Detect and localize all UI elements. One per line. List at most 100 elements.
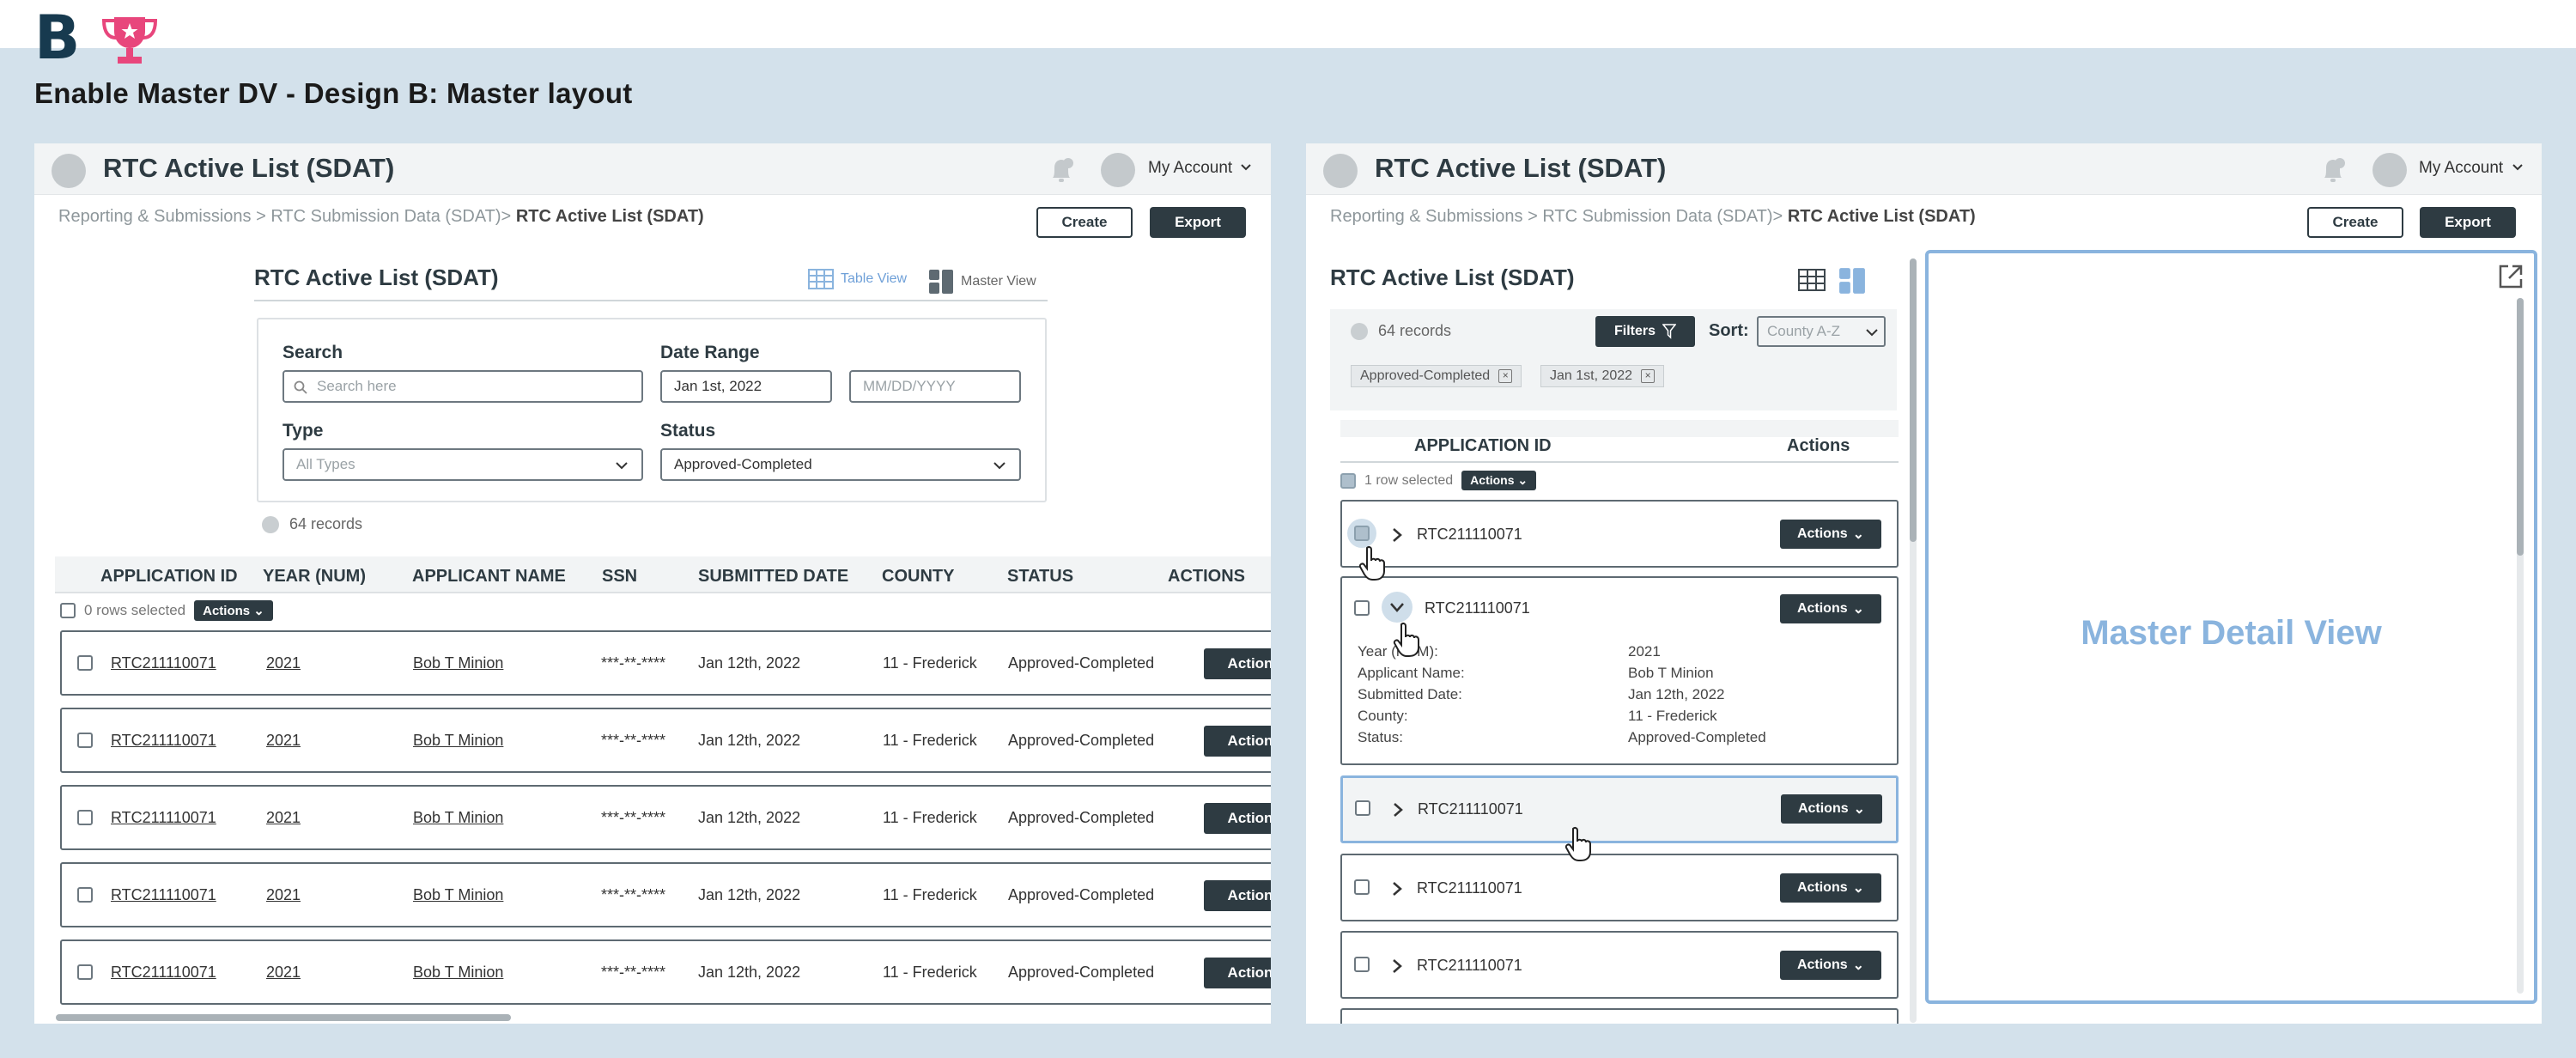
- type-select[interactable]: All Types: [283, 448, 643, 481]
- export-button[interactable]: Export: [2420, 207, 2516, 238]
- date-from-input[interactable]: Jan 1st, 2022: [660, 370, 832, 403]
- chevron-right-icon[interactable]: [1392, 881, 1402, 897]
- row-checkbox[interactable]: [77, 655, 93, 671]
- master-view-icon[interactable]: [1838, 267, 1866, 295]
- table-row[interactable]: RTC211110071 2021 Bob T Minion ***-**-**…: [60, 785, 1271, 850]
- create-button[interactable]: Create: [1036, 207, 1133, 238]
- list-item[interactable]: [1340, 1008, 1899, 1024]
- row-checkbox[interactable]: [77, 887, 93, 903]
- bell-icon[interactable]: [2318, 155, 2348, 185]
- table-row[interactable]: RTC211110071 2021 Bob T Minion ***-**-**…: [60, 630, 1271, 696]
- row-checkbox[interactable]: [77, 964, 93, 980]
- row-action-button[interactable]: Action: [1204, 880, 1271, 911]
- cell-year[interactable]: 2021: [266, 654, 301, 672]
- filters-button[interactable]: Filters: [1595, 316, 1695, 347]
- list-item-expanded[interactable]: RTC211110071 Actions ⌄ Year (NUM): 2021 A…: [1340, 576, 1899, 765]
- actions-button[interactable]: Actions ⌄: [1780, 873, 1881, 903]
- list-scrollbar[interactable]: [1910, 258, 1917, 542]
- row-checkbox[interactable]: [1354, 600, 1370, 616]
- cell-ssn: ***-**-****: [601, 654, 666, 672]
- bell-icon[interactable]: [1046, 155, 1077, 185]
- table-row[interactable]: RTC211110071 2021 Bob T Minion ***-**-**…: [60, 939, 1271, 1005]
- col-year[interactable]: YEAR (NUM): [263, 567, 366, 587]
- row-checkbox[interactable]: [77, 733, 93, 748]
- tab-table-view[interactable]: Table View: [808, 269, 907, 289]
- col-application-id[interactable]: APPLICATION ID: [100, 567, 238, 587]
- row-checkbox[interactable]: [1355, 800, 1370, 816]
- open-external-icon[interactable]: [2498, 264, 2524, 289]
- row-checkbox[interactable]: [1354, 879, 1370, 895]
- status-select[interactable]: Approved-Completed: [660, 448, 1021, 481]
- bulk-actions-button[interactable]: Actions ⌄: [1461, 471, 1537, 490]
- account-avatar[interactable]: [1101, 153, 1135, 187]
- my-account-menu[interactable]: My Account: [1148, 159, 1232, 178]
- chevron-right-icon[interactable]: [1393, 802, 1403, 818]
- filter-chip[interactable]: Jan 1st, 2022 ×: [1540, 365, 1665, 387]
- cell-application-id[interactable]: RTC211110071: [111, 964, 216, 982]
- cell-applicant-name[interactable]: Bob T Minion: [413, 732, 503, 750]
- col-county[interactable]: COUNTY: [882, 567, 954, 587]
- actions-button[interactable]: Actions ⌄: [1780, 951, 1881, 980]
- list-item[interactable]: RTC211110071 Actions ⌄: [1340, 931, 1899, 999]
- search-input[interactable]: Search here: [283, 370, 643, 403]
- col-actions[interactable]: Actions: [1787, 436, 1850, 456]
- actions-button[interactable]: Actions ⌄: [1780, 594, 1881, 623]
- tab-master-view[interactable]: Master View: [928, 269, 1036, 295]
- table-row[interactable]: RTC211110071 2021 Bob T Minion ***-**-**…: [60, 708, 1271, 773]
- create-button[interactable]: Create: [2307, 207, 2403, 238]
- cell-application-id[interactable]: RTC211110071: [111, 654, 216, 672]
- select-all-checkbox[interactable]: [60, 603, 76, 618]
- cell-year[interactable]: 2021: [266, 964, 301, 982]
- table-row[interactable]: RTC211110071 2021 Bob T Minion ***-**-**…: [60, 862, 1271, 927]
- col-application-id[interactable]: APPLICATION ID: [1414, 436, 1552, 456]
- cell-year[interactable]: 2021: [266, 809, 301, 827]
- horizontal-scrollbar[interactable]: [56, 1014, 511, 1021]
- select-all-checkbox[interactable]: [1340, 472, 1356, 489]
- col-submitted-date[interactable]: SUBMITTED DATE: [698, 567, 848, 587]
- close-icon[interactable]: ×: [1498, 369, 1513, 383]
- cell-applicant-name[interactable]: Bob T Minion: [413, 886, 503, 904]
- list-item[interactable]: RTC211110071 Actions ⌄: [1340, 500, 1899, 568]
- col-applicant-name[interactable]: APPLICANT NAME: [412, 567, 566, 587]
- actions-button[interactable]: Actions ⌄: [1780, 520, 1881, 549]
- cell-application-id[interactable]: RTC211110071: [111, 732, 216, 750]
- cell-applicant-name[interactable]: Bob T Minion: [413, 654, 503, 672]
- chevron-down-icon[interactable]: [1239, 161, 1253, 174]
- breadcrumb-path[interactable]: Reporting & Submissions > RTC Submission…: [58, 207, 511, 226]
- cell-applicant-name[interactable]: Bob T Minion: [413, 964, 503, 982]
- chevron-right-icon[interactable]: [1392, 958, 1402, 974]
- row-checkbox[interactable]: [1354, 526, 1370, 541]
- row-checkbox[interactable]: [77, 810, 93, 825]
- col-status[interactable]: STATUS: [1007, 567, 1073, 587]
- filter-chip[interactable]: Approved-Completed ×: [1351, 365, 1522, 387]
- row-action-button[interactable]: Action: [1204, 958, 1271, 988]
- actions-button[interactable]: Actions ⌄: [1781, 794, 1882, 824]
- close-icon[interactable]: ×: [1641, 369, 1656, 383]
- list-item[interactable]: RTC211110071 Actions ⌄: [1340, 854, 1899, 921]
- bulk-actions-label: Actions: [203, 604, 251, 618]
- col-actions[interactable]: ACTIONS: [1168, 567, 1245, 587]
- export-button[interactable]: Export: [1150, 207, 1246, 238]
- row-action-button[interactable]: Action: [1204, 803, 1271, 834]
- cell-application-id[interactable]: RTC211110071: [111, 886, 216, 904]
- account-avatar[interactable]: [2372, 153, 2407, 187]
- row-action-button[interactable]: Action: [1204, 648, 1271, 679]
- my-account-menu[interactable]: My Account: [2419, 159, 2503, 178]
- bulk-actions-button[interactable]: Actions ⌄: [194, 600, 273, 621]
- breadcrumb-path[interactable]: Reporting & Submissions > RTC Submission…: [1330, 207, 1783, 226]
- cell-year[interactable]: 2021: [266, 886, 301, 904]
- cell-application-id[interactable]: RTC211110071: [111, 809, 216, 827]
- detail-scrollbar[interactable]: [2517, 298, 2524, 556]
- row-checkbox[interactable]: [1354, 957, 1370, 972]
- row-action-button[interactable]: Action: [1204, 726, 1271, 757]
- list-item-selected[interactable]: RTC211110071 Actions ⌄: [1340, 775, 1899, 843]
- date-to-input[interactable]: MM/DD/YYYY: [849, 370, 1021, 403]
- cell-applicant-name[interactable]: Bob T Minion: [413, 809, 503, 827]
- table-view-icon[interactable]: [1798, 269, 1826, 291]
- cell-ssn: ***-**-****: [601, 809, 666, 826]
- cell-year[interactable]: 2021: [266, 732, 301, 750]
- col-ssn[interactable]: SSN: [602, 567, 637, 587]
- app-avatar: [1323, 154, 1358, 188]
- chevron-right-icon[interactable]: [1392, 527, 1402, 543]
- chevron-down-icon[interactable]: [2511, 161, 2524, 174]
